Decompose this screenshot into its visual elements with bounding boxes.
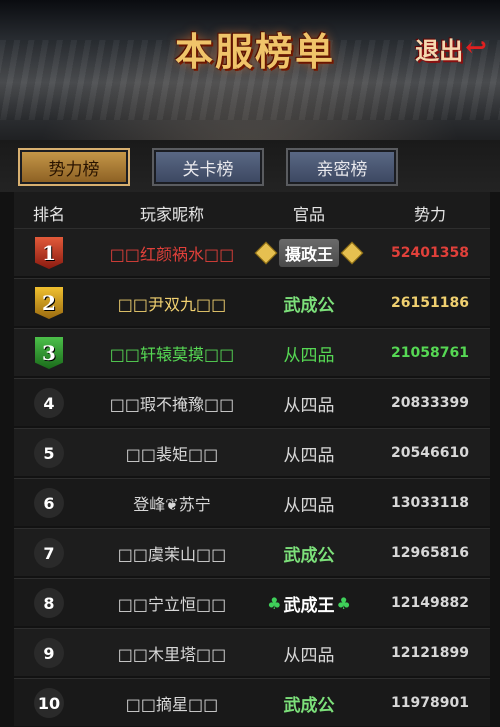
player-name: □□红颜祸水□□ <box>109 245 235 264</box>
rank-title: 武成王 <box>283 595 335 616</box>
tab-bar: 势力榜 关卡榜 亲密榜 <box>0 140 500 192</box>
power-value: 52401358 <box>391 245 469 261</box>
player-name: □□摘星□□ <box>125 695 219 714</box>
player-name: □□木里塔□□ <box>117 645 227 664</box>
rank-title-cell: 从四品 <box>284 379 335 427</box>
ranking-table: 排名 玩家昵称 官品 势力 1 □□红颜祸水□□ 摄政王 52401358 2 □□尹双九… <box>14 192 490 726</box>
rank-title-cell: ♣ 武成王 ♣ <box>265 579 353 627</box>
table-row[interactable]: 5 □□裴矩□□ 从四品 20546610 <box>14 428 490 476</box>
rank-number: 9 <box>34 638 64 668</box>
tab-power-ranking[interactable]: 势力榜 <box>18 148 130 186</box>
exit-label: 退出 <box>415 35 464 65</box>
rank-cell: 3 <box>35 329 63 377</box>
rank-cell: 2 <box>35 279 63 327</box>
tab-stage-ranking[interactable]: 关卡榜 <box>152 148 264 186</box>
table-row[interactable]: 1 □□红颜祸水□□ 摄政王 52401358 <box>14 228 490 276</box>
rank-title: 武成公 <box>283 545 335 566</box>
table-row[interactable]: 8 □□宁立恒□□ ♣ 武成王 ♣ 12149882 <box>14 578 490 626</box>
rank-title: 从四品 <box>283 645 335 666</box>
page-title: 本服榜单 <box>174 29 335 74</box>
rank-title-cell: 武成公 <box>284 279 335 327</box>
tab-intimacy-ranking[interactable]: 亲密榜 <box>286 148 398 186</box>
player-name: □□裴矩□□ <box>125 445 219 464</box>
table-row[interactable]: 7 □□虞茉山□□ 武成公 12965816 <box>14 528 490 576</box>
player-name: 登峰❦苏宁 <box>133 495 211 514</box>
rank-number: 10 <box>34 688 64 718</box>
column-header-rank: 排名 <box>32 205 66 224</box>
rank-badge-icon: 1 <box>35 237 63 269</box>
power-value: 11978901 <box>391 695 469 711</box>
power-value: 21058761 <box>391 345 469 361</box>
rank-title: 从四品 <box>283 445 335 466</box>
green-flame-icon: ♣ <box>336 593 351 613</box>
gold-ingot-icon <box>340 241 364 265</box>
rank-title: 武成公 <box>283 295 335 316</box>
rank-badge-icon: 2 <box>35 287 63 319</box>
rank-title-cell: 从四品 <box>284 329 335 377</box>
rank-number: 5 <box>34 438 64 468</box>
player-name: □□轩辕莫摸□□ <box>109 345 235 364</box>
power-value: 12121899 <box>391 645 469 661</box>
rank-title: 从四品 <box>283 345 335 366</box>
rank-title-cell: 从四品 <box>284 629 335 677</box>
table-header: 排名 玩家昵称 官品 势力 <box>14 192 490 228</box>
table-row[interactable]: 3 □□轩辕莫摸□□ 从四品 21058761 <box>14 328 490 376</box>
player-name: □□宁立恒□□ <box>117 595 227 614</box>
table-row[interactable]: 6 登峰❦苏宁 从四品 13033118 <box>14 478 490 526</box>
power-value: 12965816 <box>391 545 469 561</box>
rank-title-cell: 摄政王 <box>253 229 365 277</box>
rank-title: 从四品 <box>283 395 335 416</box>
green-flame-icon: ♣ <box>267 593 282 613</box>
rank-cell: 7 <box>34 529 64 577</box>
rank-title-cell: 从四品 <box>284 479 335 527</box>
rank-number: 8 <box>34 588 64 618</box>
power-value: 13033118 <box>391 495 469 511</box>
rank-cell: 6 <box>34 479 64 527</box>
rank-title-cell: 从四品 <box>284 429 335 477</box>
rank-cell: 10 <box>34 679 64 727</box>
back-arrow-icon: ↩ <box>465 33 487 63</box>
power-value: 20833399 <box>391 395 469 411</box>
table-row[interactable]: 10 □□摘星□□ 武成公 11978901 <box>14 678 490 726</box>
exit-button[interactable]: 退出 ↩ <box>410 30 492 66</box>
player-name: □□尹双九□□ <box>117 295 227 314</box>
table-row[interactable]: 9 □□木里塔□□ 从四品 12121899 <box>14 628 490 676</box>
power-value: 12149882 <box>391 595 469 611</box>
player-name: □□虞茉山□□ <box>117 545 227 564</box>
rank-badge-icon: 3 <box>35 337 63 369</box>
rank-cell: 1 <box>35 229 63 277</box>
rank-cell: 4 <box>34 379 64 427</box>
rank-cell: 8 <box>34 579 64 627</box>
rank-number: 4 <box>34 388 64 418</box>
player-name: □□瑕不掩豫□□ <box>109 395 235 414</box>
rank-title: 武成公 <box>283 695 335 716</box>
rank-number: 7 <box>34 538 64 568</box>
column-header-power: 势力 <box>413 205 447 224</box>
column-header-title: 官品 <box>292 205 326 224</box>
power-value: 20546610 <box>391 445 469 461</box>
rank-title-cell: 武成公 <box>284 679 335 727</box>
table-row[interactable]: 2 □□尹双九□□ 武成公 26151186 <box>14 278 490 326</box>
header-banner: 本服榜单 退出 ↩ <box>0 0 500 150</box>
power-value: 26151186 <box>391 295 469 311</box>
rank-title-cell: 武成公 <box>284 529 335 577</box>
gold-ingot-icon <box>254 241 278 265</box>
rank-title: 从四品 <box>283 495 335 516</box>
rank-number: 6 <box>34 488 64 518</box>
rank-cell: 9 <box>34 629 64 677</box>
rank-title: 摄政王 <box>278 239 340 267</box>
column-header-name: 玩家昵称 <box>139 205 205 224</box>
rank-cell: 5 <box>34 429 64 477</box>
table-row[interactable]: 4 □□瑕不掩豫□□ 从四品 20833399 <box>14 378 490 426</box>
